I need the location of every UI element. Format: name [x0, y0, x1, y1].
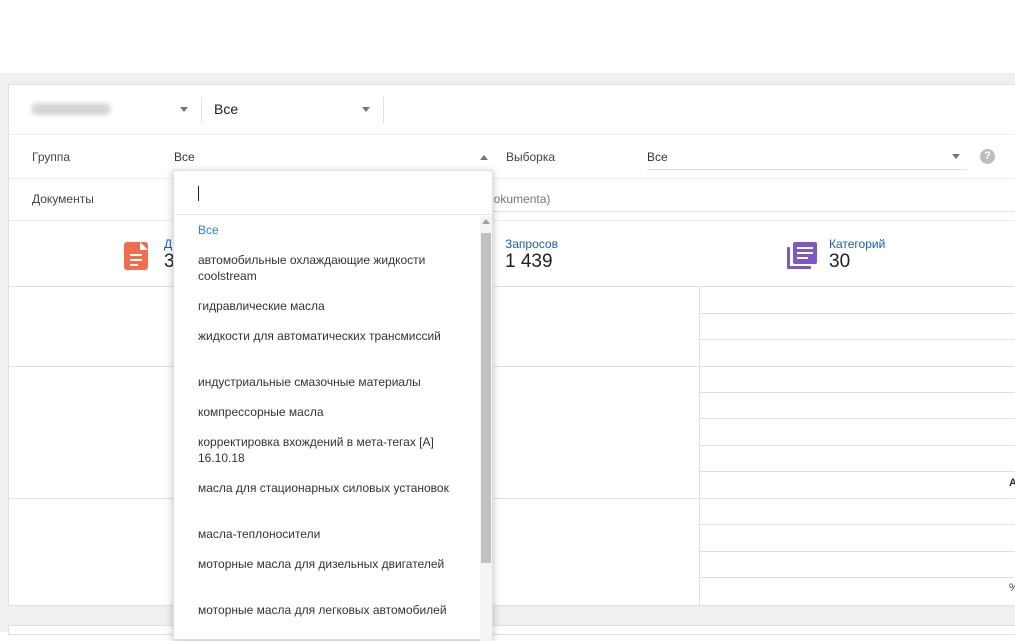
help-icon[interactable]: ?: [980, 149, 995, 164]
group-dropdown-caret-up-icon[interactable]: [480, 155, 488, 160]
account-selector-value[interactable]: [31, 103, 111, 115]
toolbar-divider: [383, 97, 384, 123]
top-blank-area: [0, 0, 1015, 73]
dropdown-option[interactable]: гидравлические масла: [198, 298, 458, 314]
dropdown-option[interactable]: масла-теплоносители: [198, 526, 458, 542]
data-table-grid: А %: [9, 287, 1015, 607]
toolbar-row: Все: [9, 85, 1015, 135]
group-select-value[interactable]: Все: [174, 150, 195, 164]
dropdown-option[interactable]: моторные масла для легковых автомобилей: [198, 602, 458, 618]
second-card: [8, 625, 1015, 635]
dropdown-scrollbar-thumb[interactable]: [481, 233, 491, 563]
sample-select-underline: [647, 169, 967, 170]
dropdown-option[interactable]: компрессорные масла: [198, 404, 458, 420]
group-label: Группа: [32, 150, 71, 164]
documents-field-hint: dokumenta): [487, 192, 551, 206]
scroll-up-arrow-icon[interactable]: [482, 219, 490, 224]
group-dropdown-menu: Все автомобильные охлаждающие жидкости c…: [173, 170, 493, 641]
dropdown-option[interactable]: моторные масла для дизельных двигателей: [198, 556, 458, 572]
dropdown-option[interactable]: масла для стационарных силовых установок: [198, 480, 458, 496]
table-edge-letter: А: [1009, 477, 1015, 489]
stats-bar: Д 3 Запросов 1 439 Категорий 30: [9, 221, 1015, 287]
categories-stat-value: 30: [829, 251, 851, 272]
library-books-icon: [787, 242, 817, 269]
dropdown-option[interactable]: корректировка вхождений в мета-тегах [А]…: [198, 434, 458, 466]
sample-dropdown-caret-icon[interactable]: [952, 154, 960, 159]
documents-field-underline: [487, 211, 1015, 212]
documents-stat-label[interactable]: Д: [164, 237, 172, 251]
scope-dropdown-caret-icon[interactable]: [362, 107, 370, 112]
table-edge-percent: %: [1009, 582, 1015, 594]
account-dropdown-caret-icon[interactable]: [180, 107, 188, 112]
dropdown-option[interactable]: индустриальные смазочные материалы: [198, 374, 458, 390]
dropdown-option[interactable]: автомобильные охлаждающие жидкости cools…: [198, 252, 458, 284]
queries-stat-label[interactable]: Запросов: [505, 237, 558, 251]
categories-stat-label[interactable]: Категорий: [829, 237, 885, 251]
toolbar-divider: [201, 97, 202, 123]
documents-label: Документы: [32, 192, 94, 206]
document-icon: [124, 242, 148, 270]
scope-selector-value[interactable]: Все: [214, 101, 238, 117]
sample-select-value[interactable]: Все: [647, 150, 668, 164]
dropdown-option[interactable]: Все: [198, 222, 458, 238]
sample-label: Выборка: [506, 150, 556, 164]
dropdown-search-input[interactable]: [174, 171, 492, 215]
documents-filter-row: Документы dokumenta): [9, 179, 1015, 221]
text-cursor: [198, 186, 199, 201]
group-filter-row: Группа Все Выборка Все ?: [9, 135, 1015, 179]
queries-stat-value: 1 439: [505, 251, 553, 272]
dropdown-option[interactable]: жидкости для автоматических трансмиссий: [198, 328, 458, 344]
filter-card: Все Группа Все Выборка Все ? Документы d…: [8, 84, 1015, 607]
